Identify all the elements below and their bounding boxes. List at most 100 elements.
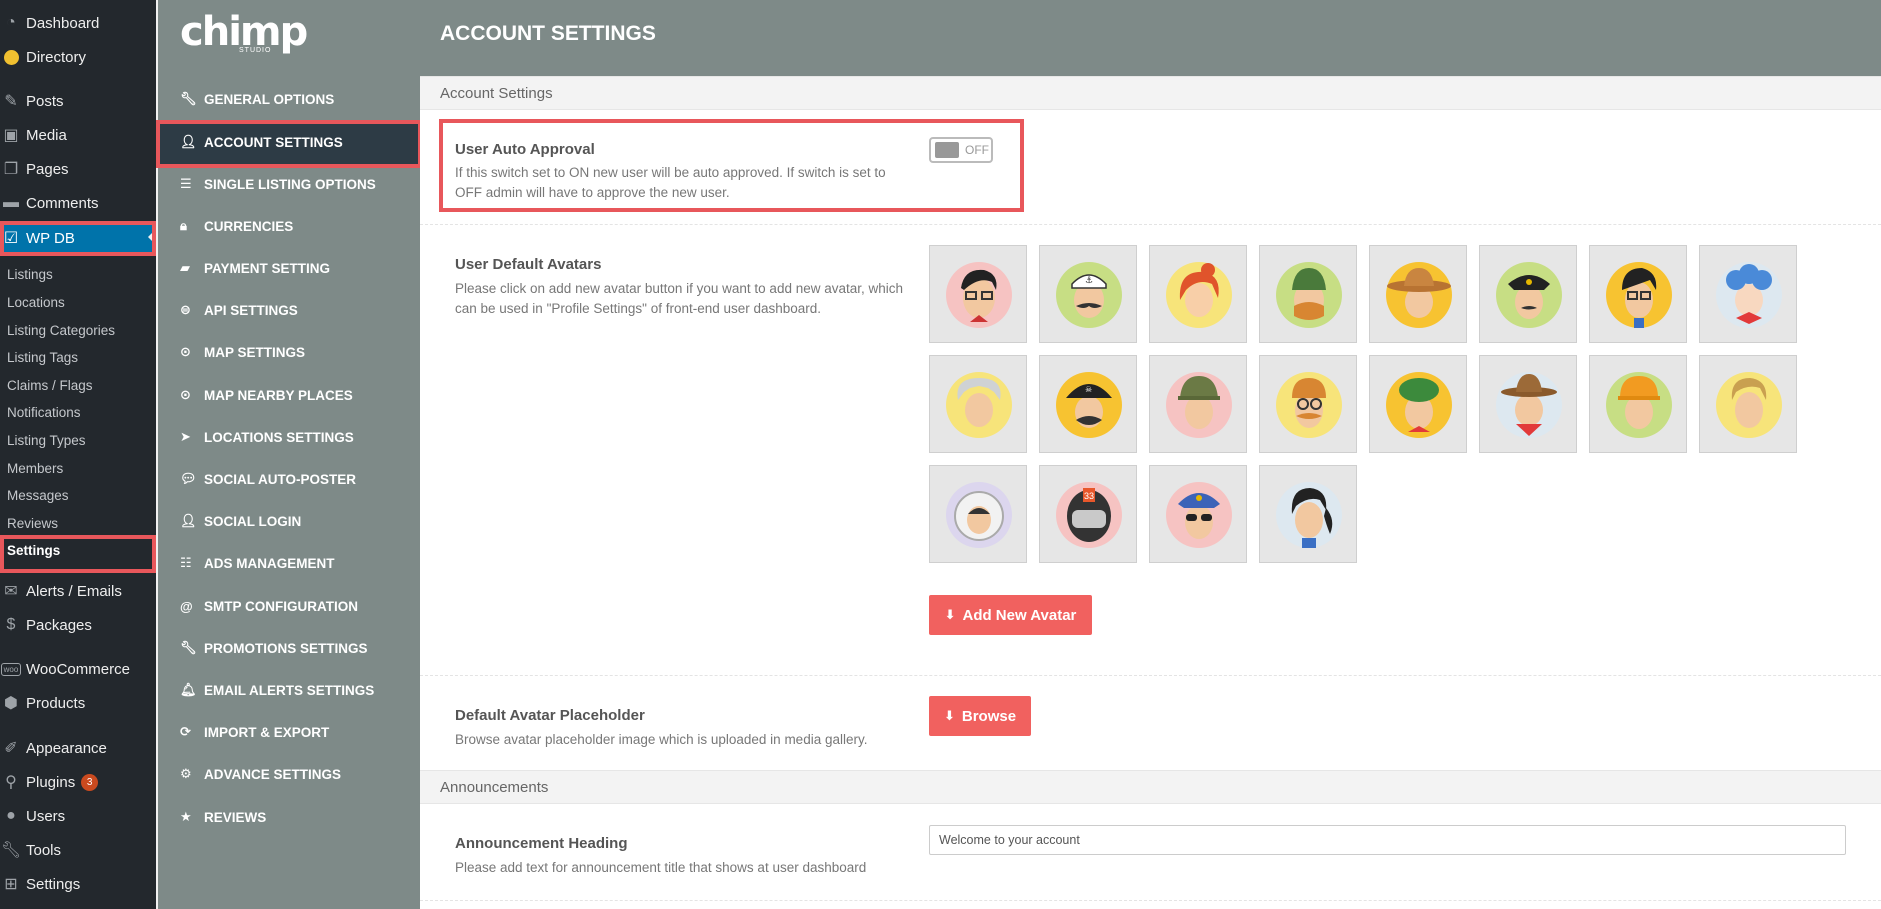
nav-map-settings[interactable]: ⊙ MAP SETTINGS: [180, 340, 305, 364]
submenu-notifications[interactable]: Notifications: [7, 401, 81, 425]
avatar-option-4[interactable]: [1259, 245, 1357, 343]
avatar-option-2[interactable]: ⚓: [1039, 245, 1137, 343]
avatar-option-12[interactable]: [1259, 355, 1357, 453]
menu-plugins-label: Plugins: [26, 773, 76, 791]
menu-woocommerce-label: WooCommerce: [26, 660, 130, 678]
menu-appearance[interactable]: ✐ Appearance: [0, 733, 156, 763]
avatar-cowboy-icon: [1386, 262, 1452, 328]
separator: [420, 675, 1881, 676]
chimp-logo-sub: STUDIO: [239, 47, 272, 54]
menu-users[interactable]: ● Users: [0, 801, 156, 831]
avatar-option-9[interactable]: [929, 355, 1027, 453]
map-marker-icon: ⊙: [180, 344, 191, 359]
menu-packages[interactable]: $ Packages: [0, 610, 156, 640]
avatar-option-13[interactable]: [1369, 355, 1467, 453]
menu-media[interactable]: ▣ Media: [0, 120, 156, 150]
wp-admin-sidebar: ◔ Dashboard Directory ✎ Posts ▣ Media ❐ …: [0, 0, 156, 909]
avatar-option-19[interactable]: [1149, 465, 1247, 563]
menu-products-label: Products: [26, 694, 86, 712]
settings-icon: ⊞: [4, 876, 18, 893]
browse-button[interactable]: ⬇ Browse: [929, 696, 1031, 736]
woocommerce-icon: woo: [0, 662, 26, 676]
avatar-option-20[interactable]: [1259, 465, 1357, 563]
menu-plugins[interactable]: ⚲ Plugins 3: [0, 767, 156, 797]
nav-account-settings[interactable]: 👤︎ ACCOUNT SETTINGS: [180, 130, 343, 154]
avatar-pirate-icon: ☠: [1056, 372, 1122, 438]
add-new-avatar-button[interactable]: ⬇ Add New Avatar: [929, 595, 1092, 635]
avatar-option-6[interactable]: [1479, 245, 1577, 343]
comments-icon: ▬: [3, 194, 19, 211]
menu-directory[interactable]: Directory: [0, 42, 156, 72]
avatar-blond-man-icon: [1716, 372, 1782, 438]
announcement-heading-input[interactable]: [929, 825, 1846, 855]
menu-woocommerce[interactable]: woo WooCommerce: [0, 654, 156, 684]
avatar-option-11[interactable]: [1149, 355, 1247, 453]
dashboard-icon: ◔: [6, 14, 16, 31]
avatar-red-hair-woman-icon: [1166, 262, 1232, 328]
nav-single-listing-options[interactable]: ☰ SINGLE LISTING OPTIONS: [180, 172, 376, 196]
avatar-clown-icon: [1716, 262, 1782, 328]
avatar-option-1[interactable]: [929, 245, 1027, 343]
menu-alerts-emails[interactable]: ✉ Alerts / Emails: [0, 576, 156, 606]
nav-social-auto-poster[interactable]: 💬︎ SOCIAL AUTO-POSTER: [180, 467, 356, 491]
wrench-icon: 🔧︎: [0, 842, 22, 859]
submenu-locations[interactable]: Locations: [7, 291, 65, 315]
submenu-members[interactable]: Members: [7, 457, 63, 481]
nav-payment-setting[interactable]: ▰ PAYMENT SETTING: [180, 256, 330, 280]
highlight-box-wpdb: [0, 221, 156, 256]
avatar-option-7[interactable]: [1589, 245, 1687, 343]
nav-locations-settings[interactable]: ➤ LOCATIONS SETTINGS: [180, 425, 354, 449]
nav-advance-settings[interactable]: ⚙ ADVANCE SETTINGS: [180, 762, 341, 786]
nav-currencies[interactable]: 🔒︎ CURRENCIES: [180, 214, 293, 238]
menu-media-label: Media: [26, 126, 67, 144]
avatar-green-beret-icon: [1386, 372, 1452, 438]
nav-smtp-configuration[interactable]: @ SMTP CONFIGURATION: [180, 594, 358, 618]
wrench-icon: 🔧︎: [180, 91, 197, 106]
nav-import-export[interactable]: ⟳ IMPORT & EXPORT: [180, 720, 329, 744]
submenu-claims-flags[interactable]: Claims / Flags: [7, 374, 93, 398]
menu-products[interactable]: ⬢ Products: [0, 688, 156, 718]
submenu-reviews[interactable]: Reviews: [7, 512, 58, 536]
placeholder-title: Default Avatar Placeholder: [455, 707, 645, 724]
upload-icon: ⬇: [944, 607, 956, 622]
nav-reviews[interactable]: ★ REVIEWS: [180, 805, 266, 829]
menu-comments[interactable]: ▬ Comments: [0, 188, 156, 218]
bullet-list-icon: ☷: [180, 555, 192, 570]
avatar-hipster-icon: [1276, 372, 1342, 438]
avatar-option-5[interactable]: [1369, 245, 1467, 343]
menu-posts[interactable]: ✎ Posts: [0, 86, 156, 116]
submenu-messages[interactable]: Messages: [7, 484, 69, 508]
menu-pages[interactable]: ❐ Pages: [0, 154, 156, 184]
avatar-option-8[interactable]: [1699, 245, 1797, 343]
nav-label: SOCIAL AUTO-POSTER: [204, 471, 357, 487]
avatar-construction-worker-icon: [1606, 372, 1672, 438]
submenu-listing-tags[interactable]: Listing Tags: [7, 346, 78, 370]
list-icon: ☰: [180, 176, 192, 191]
avatar-option-18[interactable]: 33: [1039, 465, 1137, 563]
menu-settings[interactable]: ⊞ Settings: [0, 869, 156, 899]
svg-text:☠: ☠: [1085, 385, 1092, 394]
avatar-option-16[interactable]: [1699, 355, 1797, 453]
nav-social-login[interactable]: 👤︎ SOCIAL LOGIN: [180, 509, 301, 533]
avatar-option-15[interactable]: [1589, 355, 1687, 453]
avatars-description: Please click on add new avatar button if…: [455, 281, 904, 316]
paintbrush-icon: ✐: [4, 740, 18, 757]
nav-general-options[interactable]: 🔧︎ GENERAL OPTIONS: [180, 87, 334, 111]
avatar-option-3[interactable]: [1149, 245, 1247, 343]
menu-users-label: Users: [26, 807, 66, 825]
menu-dashboard[interactable]: ◔ Dashboard: [0, 8, 156, 38]
nav-api-settings[interactable]: ⊜ API SETTINGS: [180, 298, 298, 322]
nav-ads-management[interactable]: ☷ ADS MANAGEMENT: [180, 551, 335, 575]
avatar-option-10[interactable]: ☠: [1039, 355, 1137, 453]
nav-map-nearby-places[interactable]: ⊙ MAP NEARBY PLACES: [180, 383, 353, 407]
avatar-option-17[interactable]: [929, 465, 1027, 563]
nav-email-alerts-settings[interactable]: 🔔︎ EMAIL ALERTS SETTINGS: [180, 678, 374, 702]
submenu-listing-categories[interactable]: Listing Categories: [7, 319, 115, 343]
menu-tools[interactable]: 🔧︎ Tools: [0, 835, 156, 865]
submenu-listing-types[interactable]: Listing Types: [7, 429, 86, 453]
nav-promotions-settings[interactable]: 🔧︎ PROMOTIONS SETTINGS: [180, 636, 368, 660]
avatar-option-14[interactable]: [1479, 355, 1577, 453]
submenu-listings[interactable]: Listings: [7, 263, 53, 287]
auto-approval-toggle[interactable]: OFF: [929, 137, 993, 163]
nav-label: ACCOUNT SETTINGS: [204, 134, 343, 150]
